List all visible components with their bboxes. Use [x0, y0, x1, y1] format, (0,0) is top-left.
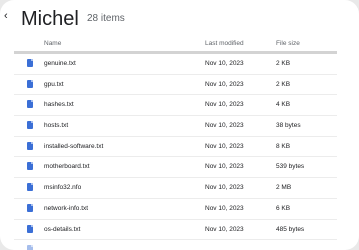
file-modified: Nov 10, 2023: [205, 225, 244, 233]
file-size: 6 KB: [276, 204, 291, 212]
file-list: genuine.txt Nov 10, 2023 2 KB gpu.txt No…: [14, 54, 337, 250]
document-icon: [27, 79, 33, 88]
file-size: 2 KB: [276, 80, 291, 88]
file-name: installed-software.txt: [44, 142, 104, 150]
file-name: msinfo32.nfo: [44, 184, 82, 192]
file-modified: Nov 10, 2023: [205, 163, 244, 171]
file-row[interactable]: msinfo32.nfo Nov 10, 2023 2 MB: [14, 178, 337, 199]
document-icon: [27, 203, 33, 212]
file-row[interactable]: installed-software.txt Nov 10, 2023 8 KB: [14, 137, 337, 158]
file-name: gpu.txt: [44, 80, 64, 88]
file-modified: Nov 10, 2023: [205, 80, 244, 88]
file-row[interactable]: gpu.txt Nov 10, 2023 2 KB: [14, 75, 337, 96]
file-row[interactable]: hosts.txt Nov 10, 2023 38 bytes: [14, 116, 337, 137]
file-name: genuine.txt: [44, 60, 76, 67]
back-arrow-icon[interactable]: ‹: [4, 10, 14, 22]
column-header-last-modified[interactable]: Last modified: [205, 38, 244, 50]
file-row[interactable]: hashes.txt Nov 10, 2023 4 KB: [14, 95, 337, 117]
file-row[interactable]: genuine.txt Nov 10, 2023 2 KB: [14, 54, 337, 75]
file-row[interactable]: network-info.txt Nov 10, 2023 6 KB: [14, 199, 337, 220]
file-modified: Nov 10, 2023: [205, 60, 244, 67]
file-modified: Nov 10, 2023: [205, 204, 244, 212]
document-icon: [27, 162, 33, 171]
file-name: motherboard.txt: [44, 163, 90, 171]
document-icon: [27, 121, 33, 130]
document-icon: [27, 141, 33, 150]
file-size: 2 MB: [276, 184, 292, 192]
file-modified: Nov 10, 2023: [205, 101, 244, 109]
file-modified: Nov 10, 2023: [205, 184, 244, 192]
file-row[interactable]: [14, 240, 337, 250]
document-icon: [27, 183, 33, 192]
file-name: hosts.txt: [44, 122, 69, 130]
file-browser-panel: ‹ Michel 28 items Name Last modified Fil…: [0, 0, 359, 250]
file-name: os-details.txt: [44, 225, 81, 233]
file-size: 4 KB: [276, 101, 291, 109]
item-count: 28 items: [87, 13, 125, 24]
file-row[interactable]: os-details.txt Nov 10, 2023 485 bytes: [14, 220, 337, 241]
file-modified: Nov 10, 2023: [205, 122, 244, 130]
column-header-file-size[interactable]: File size: [276, 38, 300, 50]
file-size: 539 bytes: [276, 163, 305, 171]
file-size: 485 bytes: [276, 225, 305, 233]
header: ‹ Michel 28 items: [0, 0, 359, 34]
file-row[interactable]: motherboard.txt Nov 10, 2023 539 bytes: [14, 157, 337, 179]
document-icon: [27, 59, 33, 67]
file-name: hashes.txt: [44, 101, 74, 109]
column-header-name[interactable]: Name: [44, 38, 61, 50]
document-icon: [27, 245, 33, 250]
file-size: 38 bytes: [276, 122, 301, 130]
file-name: network-info.txt: [44, 204, 89, 212]
file-size: 2 KB: [276, 60, 291, 67]
folder-title: Michel: [21, 8, 79, 30]
file-modified: Nov 10, 2023: [205, 142, 244, 150]
document-icon: [27, 224, 33, 233]
file-size: 8 KB: [276, 142, 291, 150]
document-icon: [27, 100, 33, 109]
